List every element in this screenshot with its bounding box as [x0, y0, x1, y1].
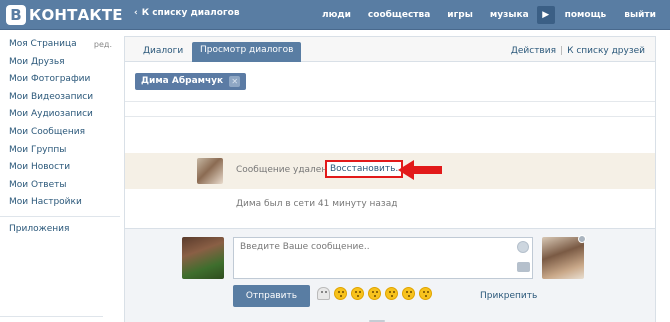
- nav-games[interactable]: игры: [447, 10, 473, 20]
- camera-icon[interactable]: [517, 262, 530, 272]
- sidebar-item-friends[interactable]: Мои Друзья: [0, 54, 120, 72]
- kiss-emoji-icon[interactable]: [368, 287, 381, 300]
- nav-music[interactable]: музыка: [490, 10, 529, 20]
- actions-link[interactable]: Действия: [511, 46, 556, 56]
- logo-badge: В: [6, 5, 26, 25]
- message-input[interactable]: Введите Ваше сообщение..: [233, 237, 533, 279]
- emoji-bar: [317, 287, 432, 300]
- sidebar-item-news[interactable]: Мои Новости: [0, 159, 120, 177]
- recipient-chip[interactable]: Дима Абрамчук ✕: [135, 73, 247, 90]
- sidebar-item-answers[interactable]: Мои Ответы: [0, 177, 120, 195]
- nav-people[interactable]: люди: [322, 10, 351, 20]
- laugh-emoji-icon[interactable]: [385, 287, 398, 300]
- recipient-name: Дима Абрамчук: [141, 76, 224, 86]
- sidebar-item-videos[interactable]: Мои Видеозаписи: [0, 89, 120, 107]
- nav-help[interactable]: помощь: [565, 10, 607, 20]
- sidebar-item-label: Моя Страница: [9, 39, 77, 49]
- left-sidebar: Моя Страница ред. Мои Друзья Мои Фотогра…: [0, 36, 120, 239]
- vk-logo[interactable]: В КОНТАКТЕ: [6, 5, 123, 25]
- edit-link[interactable]: ред.: [94, 36, 112, 54]
- online-status: Дима был в сети 41 минуту назад: [236, 199, 398, 209]
- sidebar-divider: [0, 215, 120, 217]
- nav-communities[interactable]: сообщества: [368, 10, 430, 20]
- deleted-message-text: Сообщение удалено.: [236, 165, 336, 175]
- chevron-left-icon: ‹: [134, 8, 138, 18]
- nav-logout[interactable]: выйти: [624, 10, 656, 20]
- divider: [125, 101, 655, 102]
- tab-view-dialogs[interactable]: Просмотр диалогов: [192, 42, 302, 62]
- logo-text: КОНТАКТЕ: [29, 6, 123, 24]
- tab-dialogs[interactable]: Диалоги: [135, 44, 191, 62]
- arrow-left-icon: [398, 160, 442, 180]
- sidebar-item-apps[interactable]: Приложения: [0, 221, 120, 239]
- back-link-label: К списку диалогов: [141, 8, 240, 18]
- sidebar-item-photos[interactable]: Мои Фотографии: [0, 71, 120, 89]
- dialog-panel: Диалоги Просмотр диалогов Действия | К с…: [124, 36, 656, 322]
- sidebar-item-groups[interactable]: Мои Группы: [0, 142, 120, 160]
- top-header: В КОНТАКТЕ ‹ К списку диалогов люди сооб…: [0, 0, 670, 30]
- top-nav: люди сообщества игры музыка ▶ помощь вый…: [322, 0, 656, 30]
- sidebar-item-audio[interactable]: Мои Аудиозаписи: [0, 106, 120, 124]
- restore-link[interactable]: Восстановить.: [325, 160, 404, 178]
- avatar[interactable]: [182, 237, 224, 279]
- tab-actions: Действия | К списку друзей: [511, 46, 645, 56]
- attach-link[interactable]: Прикрепить: [480, 291, 537, 301]
- to-friends-link[interactable]: К списку друзей: [567, 46, 645, 56]
- link-separator: |: [560, 46, 564, 56]
- sidebar-item-settings[interactable]: Мои Настройки: [0, 194, 120, 212]
- shock-emoji-icon[interactable]: [419, 287, 432, 300]
- cool-emoji-icon[interactable]: [402, 287, 415, 300]
- divider: [125, 116, 655, 117]
- play-icon[interactable]: ▶: [536, 6, 555, 24]
- ghost-emoji-icon[interactable]: [317, 287, 330, 300]
- sidebar-bottom-divider: [0, 316, 103, 317]
- back-to-dialogs-link[interactable]: ‹ К списку диалогов: [134, 8, 240, 18]
- wink-emoji-icon[interactable]: [351, 287, 364, 300]
- smile-icon[interactable]: [517, 241, 529, 253]
- avatar[interactable]: [197, 158, 223, 184]
- smile-emoji-icon[interactable]: [334, 287, 347, 300]
- online-indicator-icon: [578, 235, 586, 243]
- send-button[interactable]: Отправить: [233, 285, 310, 307]
- close-icon[interactable]: ✕: [229, 76, 241, 87]
- avatar[interactable]: [542, 237, 584, 279]
- tabs-bar: Диалоги Просмотр диалогов Действия | К с…: [125, 37, 655, 62]
- sidebar-item-my-page[interactable]: Моя Страница ред.: [0, 36, 120, 54]
- deleted-message-row: Сообщение удалено. Восстановить.: [125, 153, 655, 189]
- sidebar-item-messages[interactable]: Мои Сообщения: [0, 124, 120, 142]
- compose-area: Введите Ваше сообщение.. Отправить Прикр…: [125, 228, 655, 322]
